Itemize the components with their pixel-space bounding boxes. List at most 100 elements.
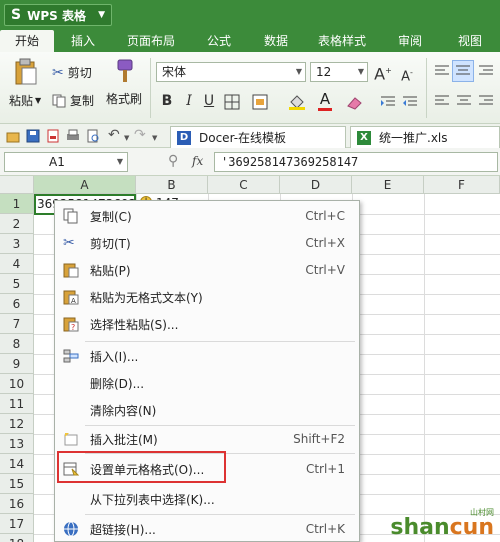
clear-format-icon[interactable] <box>346 94 364 110</box>
menu-separator <box>85 425 355 426</box>
paste-label[interactable]: 粘贴 ▼ <box>9 92 41 109</box>
print-preview-icon[interactable] <box>86 129 100 143</box>
row-header[interactable]: 9 <box>0 354 34 374</box>
hyperlink-icon <box>64 521 78 537</box>
menu-item-label: 插入批注(M) <box>90 432 158 447</box>
underline-button[interactable]: U <box>200 92 218 110</box>
row-header[interactable]: 5 <box>0 274 34 294</box>
menu-item-pick-from-list[interactable]: 从下拉列表中选择(K)... <box>55 487 359 511</box>
tab-review[interactable]: 审阅 <box>380 30 440 52</box>
fill-color-icon[interactable] <box>288 94 306 110</box>
decrease-font-icon[interactable]: A- <box>398 64 416 86</box>
undo-icon[interactable]: ↶ <box>108 127 120 143</box>
column-header[interactable]: D <box>280 176 352 194</box>
row-header[interactable]: 14 <box>0 454 34 474</box>
name-box[interactable]: A1 ▼ <box>4 152 128 172</box>
formula-input[interactable]: '369258147369258147 <box>214 152 498 172</box>
column-header[interactable]: C <box>208 176 280 194</box>
menu-item-shortcut: Ctrl+K <box>305 522 345 536</box>
font-size-select[interactable]: 12 ▼ <box>310 62 368 82</box>
column-header[interactable]: F <box>424 176 500 194</box>
row-header[interactable]: 6 <box>0 294 34 314</box>
menu-item-label: 剪切(T) <box>90 236 131 251</box>
increase-indent-icon[interactable] <box>402 94 418 110</box>
align-center-icon[interactable] <box>456 94 472 108</box>
doc-tab-docer[interactable]: D Docer-在线模板 <box>170 126 346 148</box>
search-icon[interactable]: ⚲ <box>168 153 178 169</box>
scissors-icon: ✂ <box>63 235 75 251</box>
align-left-icon[interactable] <box>434 94 450 108</box>
row-header[interactable]: 12 <box>0 414 34 434</box>
copy-button[interactable]: 复制 <box>52 92 94 109</box>
chevron-down-icon[interactable]: ▼ <box>152 134 157 142</box>
tab-formulas[interactable]: 公式 <box>190 30 248 52</box>
menu-item-insert[interactable]: 插入(I)... <box>55 344 359 368</box>
decrease-indent-icon[interactable] <box>380 94 396 110</box>
row-header[interactable]: 18 <box>0 534 34 542</box>
menu-item-clear-contents[interactable]: 清除内容(N) <box>55 398 359 422</box>
menu-item-delete[interactable]: 删除(D)... <box>55 371 359 395</box>
row-header[interactable]: 13 <box>0 434 34 454</box>
tab-home[interactable]: 开始 <box>0 30 54 52</box>
paste-button[interactable] <box>8 58 44 86</box>
row-header[interactable]: 8 <box>0 334 34 354</box>
menu-item-label: 插入(I)... <box>90 349 139 364</box>
row-header[interactable]: 3 <box>0 234 34 254</box>
menu-item-copy[interactable]: 复制(C) Ctrl+C <box>55 204 359 228</box>
watermark-subtext: 山村网 <box>470 508 494 517</box>
row-header[interactable]: 17 <box>0 514 34 534</box>
increase-font-icon[interactable]: A+ <box>374 62 392 83</box>
menu-item-insert-comment[interactable]: 插入批注(M) Shift+F2 <box>55 427 359 451</box>
column-header[interactable]: E <box>352 176 424 194</box>
row-header[interactable]: 7 <box>0 314 34 334</box>
svg-text:?: ? <box>71 323 75 332</box>
row-header[interactable]: 15 <box>0 474 34 494</box>
menu-item-label: 删除(D)... <box>90 376 145 391</box>
row-header[interactable]: 4 <box>0 254 34 274</box>
tab-table-style[interactable]: 表格样式 <box>304 30 380 52</box>
menu-item-paste[interactable]: 粘贴(P) Ctrl+V <box>55 258 359 282</box>
fx-icon[interactable]: fx <box>192 154 203 168</box>
row-header[interactable]: 2 <box>0 214 34 234</box>
menu-item-paste-special[interactable]: ? 选择性粘贴(S)... <box>55 312 359 336</box>
bold-button[interactable]: B <box>158 92 176 110</box>
menu-item-cut[interactable]: ✂ 剪切(T) Ctrl+X <box>55 231 359 255</box>
tab-page-layout[interactable]: 页面布局 <box>112 30 190 52</box>
chevron-down-icon: ▼ <box>98 10 105 20</box>
chevron-down-icon: ▼ <box>295 67 302 76</box>
merge-cells-icon[interactable] <box>252 94 268 110</box>
chevron-down-icon[interactable]: ▼ <box>124 134 129 142</box>
app-menu-button[interactable]: S WPS 表格 ▼ <box>4 4 112 26</box>
borders-icon[interactable] <box>224 94 240 110</box>
column-header[interactable]: B <box>136 176 208 194</box>
align-bottom-icon[interactable] <box>478 64 494 78</box>
font-name-value: 宋体 <box>162 65 187 79</box>
select-all-corner[interactable] <box>0 176 34 194</box>
tab-view[interactable]: 视图 <box>440 30 500 52</box>
italic-button[interactable]: I <box>180 92 198 110</box>
row-header[interactable]: 1 <box>0 194 34 214</box>
format-painter-button[interactable]: 格式刷 <box>104 58 144 107</box>
cut-button[interactable]: ✂ 剪切 <box>52 64 92 81</box>
copy-icon <box>63 208 78 224</box>
row-header[interactable]: 16 <box>0 494 34 514</box>
tab-data[interactable]: 数据 <box>248 30 304 52</box>
doc-tab-spreadsheet[interactable]: X 统一推广.xls <box>350 126 500 148</box>
save-icon[interactable] <box>26 129 40 143</box>
column-header[interactable]: A <box>34 176 136 194</box>
ribbon-tabs: 开始 插入 页面布局 公式 数据 表格样式 审阅 视图 <box>0 30 500 52</box>
font-color-icon[interactable]: A <box>316 90 334 108</box>
align-right-icon[interactable] <box>478 94 494 108</box>
align-top-left-icon[interactable] <box>434 64 450 78</box>
row-header[interactable]: 10 <box>0 374 34 394</box>
open-folder-icon[interactable] <box>6 129 20 143</box>
font-name-select[interactable]: 宋体 ▼ <box>156 62 306 82</box>
menu-item-label: 超链接(H)... <box>90 522 156 537</box>
row-header[interactable]: 11 <box>0 394 34 414</box>
menu-item-paste-plain-text[interactable]: A 粘贴为无格式文本(Y) <box>55 285 359 309</box>
tab-insert[interactable]: 插入 <box>54 30 112 52</box>
redo-icon[interactable]: ↷ <box>134 127 146 143</box>
export-pdf-icon[interactable] <box>46 129 60 143</box>
print-icon[interactable] <box>66 129 80 143</box>
menu-item-hyperlink[interactable]: 超链接(H)... Ctrl+K <box>55 517 359 541</box>
